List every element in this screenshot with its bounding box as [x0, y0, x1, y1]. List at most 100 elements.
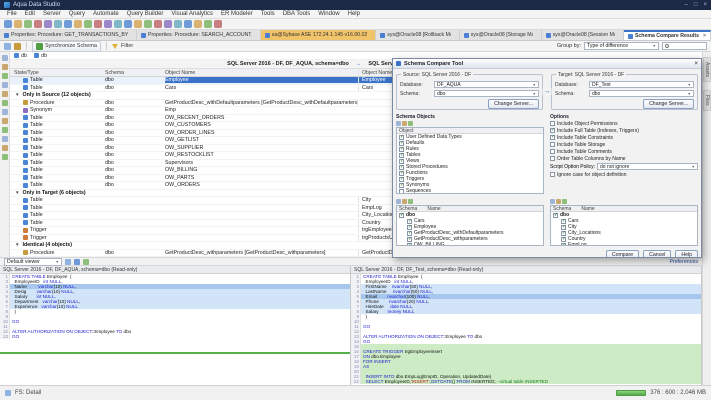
- search-input[interactable]: [671, 43, 704, 49]
- menu-item[interactable]: Query Builder: [123, 11, 168, 17]
- invert-selection-icon[interactable]: [562, 199, 567, 204]
- dock-tab[interactable]: Files: [703, 90, 711, 111]
- previous-difference-icon[interactable]: [65, 259, 71, 265]
- maximize-button[interactable]: □: [694, 2, 698, 8]
- target-object-row[interactable]: EmpLog: [551, 242, 697, 245]
- invert-selection-icon[interactable]: [408, 199, 413, 204]
- option-checkbox[interactable]: [550, 135, 555, 140]
- uncheck-all-icon[interactable]: [402, 121, 407, 126]
- object-type-checkbox[interactable]: [399, 189, 404, 194]
- option-checkbox[interactable]: [550, 128, 555, 133]
- document-tab[interactable]: Properties: Procedure: SEARCH_ACCOUNT_AC…: [137, 30, 261, 40]
- menu-item[interactable]: ER Modeler: [217, 11, 257, 17]
- object-type-checkbox[interactable]: [399, 147, 404, 152]
- memory-usage-bar[interactable]: [616, 390, 646, 396]
- target-object-checkbox[interactable]: [561, 231, 566, 236]
- next-difference-icon[interactable]: [74, 259, 80, 265]
- dock-icon[interactable]: [2, 100, 8, 106]
- source-object-checkbox[interactable]: [407, 219, 412, 224]
- toolbar-icon[interactable]: [4, 20, 12, 28]
- object-type-checkbox[interactable]: [399, 141, 404, 146]
- toolbar-icon[interactable]: [44, 20, 52, 28]
- menu-item[interactable]: Edit: [21, 11, 39, 17]
- option-row[interactable]: Include Full Table (Indexes, Triggers): [550, 127, 698, 134]
- menu-item[interactable]: Window: [314, 11, 343, 17]
- target-object-checkbox[interactable]: [553, 213, 558, 218]
- target-object-checkbox[interactable]: [561, 225, 566, 230]
- toolbar-icon[interactable]: [144, 20, 152, 28]
- object-type-checkbox[interactable]: [399, 171, 404, 176]
- dock-icon[interactable]: [2, 145, 8, 151]
- target-schema-dropdown[interactable]: dbo: [589, 90, 694, 97]
- menu-item[interactable]: DBA Tools: [279, 11, 315, 17]
- toolbar-icon[interactable]: [214, 20, 222, 28]
- check-all-icon[interactable]: [396, 199, 401, 204]
- close-button[interactable]: ×: [703, 2, 707, 8]
- object-type-checkbox[interactable]: [399, 135, 404, 140]
- object-type-checkbox[interactable]: [399, 165, 404, 170]
- dock-icon[interactable]: [2, 154, 8, 160]
- menu-item[interactable]: Query: [65, 11, 89, 17]
- toolbar-icon[interactable]: [114, 20, 122, 28]
- object-type-checkbox[interactable]: [399, 153, 404, 158]
- option-row[interactable]: Order Table Columns by Name: [550, 155, 698, 162]
- menu-item[interactable]: Visual Analytics: [167, 11, 217, 17]
- column-header-source-object[interactable]: Object Name: [165, 70, 358, 76]
- toolbar-icon[interactable]: [24, 20, 32, 28]
- toolbar-icon[interactable]: [94, 20, 102, 28]
- toolbar-icon[interactable]: [174, 20, 182, 28]
- dialog-close-icon[interactable]: ×: [694, 61, 698, 67]
- preferences-link[interactable]: Preferences: [669, 259, 698, 265]
- document-tab[interactable]: Properties: Procedure: GET_TRANSACTIONS_…: [0, 30, 137, 40]
- option-checkbox[interactable]: [550, 121, 555, 126]
- option-checkbox[interactable]: [550, 142, 555, 147]
- source-database-dropdown[interactable]: DF_AQUA: [434, 81, 539, 88]
- target-object-checkbox[interactable]: [561, 219, 566, 224]
- tab-close-icon[interactable]: ×: [703, 33, 706, 39]
- dock-icon[interactable]: [2, 109, 8, 115]
- object-type-checkbox[interactable]: [399, 159, 404, 164]
- dock-tab[interactable]: Assets: [703, 57, 711, 82]
- toolbar-icon[interactable]: [34, 20, 42, 28]
- document-tab[interactable]: sa@Sybase ASE 172.24.1.145 v16.00.02 [Un…: [261, 30, 376, 40]
- option-row[interactable]: Include Table Comments: [550, 148, 698, 155]
- dock-icon[interactable]: [2, 127, 8, 133]
- toolbar-icon[interactable]: [124, 20, 132, 28]
- toolbar-icon[interactable]: [164, 20, 172, 28]
- menu-item[interactable]: Server: [39, 11, 65, 17]
- source-change-server-button[interactable]: Change Server...: [488, 99, 539, 109]
- toolbar-icon[interactable]: [184, 20, 192, 28]
- document-tab[interactable]: sys@Oracle08 [Rollback Manager]: [376, 30, 459, 40]
- breadcrumb-item[interactable]: db: [14, 53, 27, 59]
- source-object-checkbox[interactable]: [407, 243, 412, 246]
- dock-icon[interactable]: [2, 136, 8, 142]
- filter-button[interactable]: Filter: [121, 43, 133, 49]
- document-tab[interactable]: Schema Compare Results ×: [624, 30, 711, 40]
- invert-selection-icon[interactable]: [408, 121, 413, 126]
- option-row[interactable]: Include Object Permissions: [550, 120, 698, 127]
- dock-icon[interactable]: [2, 91, 8, 97]
- target-change-server-button[interactable]: Change Server...: [643, 99, 694, 109]
- menu-item[interactable]: Tools: [257, 11, 279, 17]
- object-type-checkbox[interactable]: [399, 183, 404, 188]
- source-object-row[interactable]: OW_BILLING: [397, 242, 543, 245]
- synchronize-schema-button[interactable]: Synchronize Schema: [32, 41, 101, 52]
- ignore-case-checkbox[interactable]: [550, 172, 555, 177]
- viewer-mode-dropdown[interactable]: Default viewer: [4, 258, 62, 266]
- dock-icon[interactable]: [2, 55, 8, 61]
- dock-icon[interactable]: [2, 73, 8, 79]
- export-results-icon[interactable]: [14, 43, 21, 50]
- toolbar-icon[interactable]: [134, 20, 142, 28]
- toolbar-icon[interactable]: [14, 20, 22, 28]
- toolbar-icon[interactable]: [154, 20, 162, 28]
- dialog-titlebar[interactable]: Schema Compare Tool ×: [393, 59, 701, 69]
- source-object-checkbox[interactable]: [407, 237, 412, 242]
- script-option-policy-dropdown[interactable]: do not ignore: [597, 163, 698, 170]
- toolbar-icon[interactable]: [194, 20, 202, 28]
- check-all-icon[interactable]: [550, 199, 555, 204]
- help-button[interactable]: Help: [675, 250, 698, 257]
- option-checkbox[interactable]: [550, 149, 555, 154]
- compare-button[interactable]: Compare: [606, 250, 639, 257]
- target-object-checkbox[interactable]: [561, 243, 566, 246]
- source-schema-dropdown[interactable]: dbo: [434, 90, 539, 97]
